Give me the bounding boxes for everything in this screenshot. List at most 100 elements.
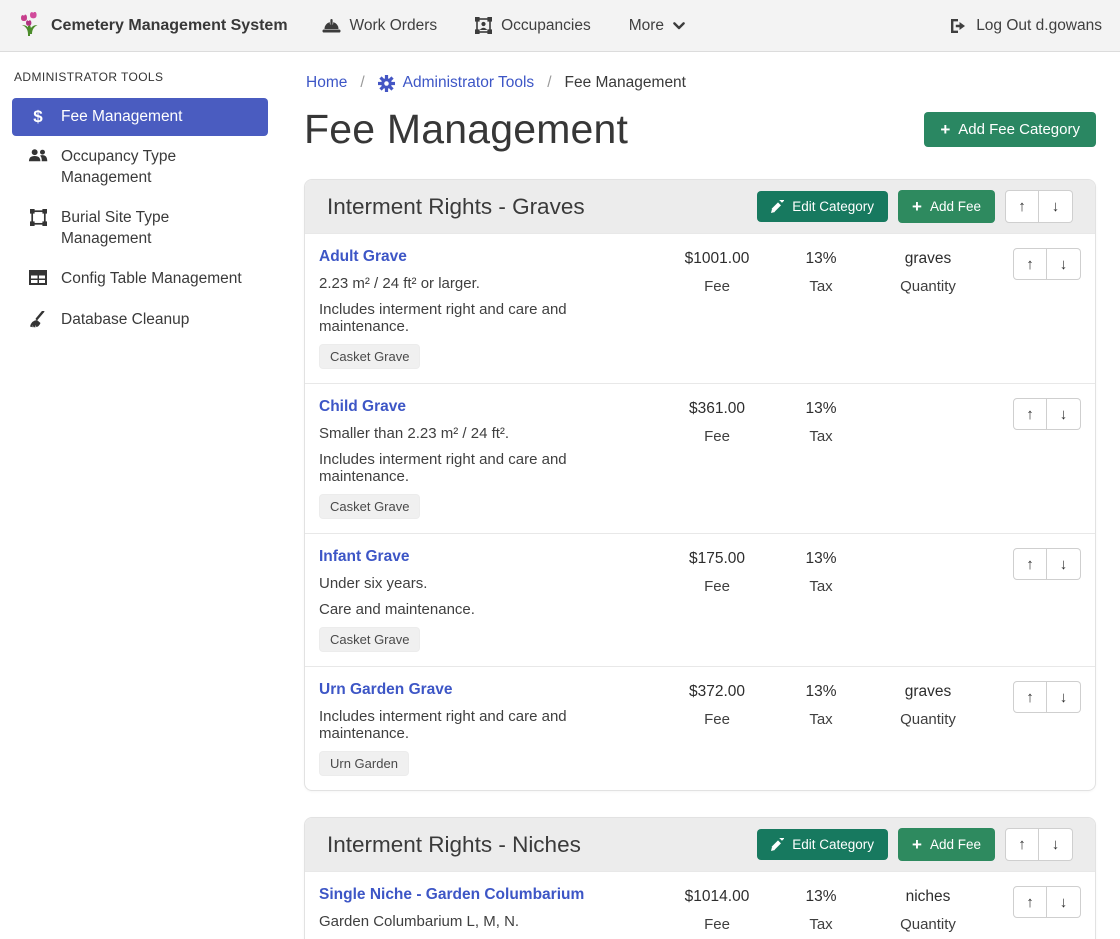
add-fee-category-label: Add Fee Category <box>958 121 1080 138</box>
edit-category-label: Edit Category <box>792 199 874 214</box>
fee-type-badge: Casket Grave <box>319 494 420 519</box>
fee-quantity-column: niches Quantity <box>873 886 983 933</box>
vector-square-icon <box>28 209 48 226</box>
logout-label: Log Out d.gowans <box>976 17 1102 35</box>
fee-descriptions: Includes interment right and care and ma… <box>319 708 655 742</box>
arrow-up-icon: ↑ <box>1026 894 1034 911</box>
fee-name-link[interactable]: Infant Grave <box>319 548 409 566</box>
move-fee-down-button[interactable]: ↓ <box>1047 548 1081 580</box>
fee-description: Includes interment right and care and ma… <box>319 708 655 742</box>
fee-amount-column: $175.00 Fee <box>665 548 769 595</box>
fee-quantity-column <box>873 398 983 410</box>
arrow-down-icon: ↓ <box>1052 198 1060 215</box>
move-fee-down-button[interactable]: ↓ <box>1047 398 1081 430</box>
pencil-icon <box>771 838 784 851</box>
sidebar-item-burial-site-type-management[interactable]: Burial Site Type Management <box>12 199 268 258</box>
nav-items: Work Orders Occupancies More <box>322 17 686 35</box>
add-fee-label: Add Fee <box>930 837 981 852</box>
nav-occupancies[interactable]: Occupancies <box>475 17 591 35</box>
fee-name-link[interactable]: Child Grave <box>319 398 406 416</box>
fee-amount: $175.00 <box>689 550 745 568</box>
fee-tax-column: 13% Tax <box>769 398 873 445</box>
chevron-down-icon <box>673 22 685 30</box>
sidebar-item-label: Config Table Management <box>61 269 242 289</box>
arrow-down-icon: ↓ <box>1052 836 1060 853</box>
gear-icon <box>378 75 395 92</box>
nav-work-orders[interactable]: Work Orders <box>322 17 438 35</box>
move-fee-up-button[interactable]: ↑ <box>1013 248 1047 280</box>
move-category-up-button[interactable]: ↑ <box>1005 190 1039 223</box>
edit-category-button[interactable]: Edit Category <box>757 829 888 860</box>
edit-category-button[interactable]: Edit Category <box>757 191 888 222</box>
breadcrumb-current: Fee Management <box>565 74 687 92</box>
plus-icon: + <box>912 836 922 853</box>
move-fee-down-button[interactable]: ↓ <box>1047 248 1081 280</box>
sidebar-item-fee-management[interactable]: $ Fee Management <box>12 98 268 136</box>
app-title: Cemetery Management System <box>51 17 288 35</box>
breadcrumb-admin-tools-link[interactable]: Administrator Tools <box>378 74 535 92</box>
add-fee-category-button[interactable]: + Add Fee Category <box>924 112 1096 147</box>
fee-quantity-label: Quantity <box>900 278 956 295</box>
fee-tax-label: Tax <box>809 711 832 728</box>
categories: Interment Rights - Graves Edit Category … <box>304 179 1110 939</box>
fee-badges: Urn Garden <box>319 751 655 776</box>
fee-type-badge: Urn Garden <box>319 751 409 776</box>
fee-name-link[interactable]: Urn Garden Grave <box>319 681 453 699</box>
arrow-down-icon: ↓ <box>1060 894 1068 911</box>
fee-amount-column: $361.00 Fee <box>665 398 769 445</box>
fee-amount-column: $1014.00 Fee <box>665 886 769 933</box>
move-fee-up-button[interactable]: ↑ <box>1013 681 1047 713</box>
arrow-up-icon: ↑ <box>1026 256 1034 273</box>
main-content: Home / <box>280 52 1120 939</box>
fee-badges: Casket Grave <box>319 344 655 369</box>
top-navbar: Cemetery Management System Work Orders <box>0 0 1120 52</box>
move-fee-down-button[interactable]: ↓ <box>1047 886 1081 918</box>
move-category-up-button[interactable]: ↑ <box>1005 828 1039 861</box>
breadcrumb: Home / <box>306 74 1110 92</box>
add-fee-button[interactable]: + Add Fee <box>898 828 995 861</box>
fee-tax-column: 13% Tax <box>769 248 873 295</box>
fee-rows: Single Niche - Garden Columbarium Garden… <box>305 871 1095 939</box>
nav-more[interactable]: More <box>629 17 685 35</box>
move-fee-up-button[interactable]: ↑ <box>1013 548 1047 580</box>
sign-out-icon <box>949 18 967 34</box>
app-brand[interactable]: Cemetery Management System <box>18 12 288 40</box>
sidebar-item-database-cleanup[interactable]: Database Cleanup <box>12 301 268 339</box>
arrow-up-icon: ↑ <box>1026 406 1034 423</box>
breadcrumb-separator: / <box>547 74 551 92</box>
add-fee-button[interactable]: + Add Fee <box>898 190 995 223</box>
fee-description: Garden Columbarium L, M, N. <box>319 913 655 930</box>
fee-row: Infant Grave Under six years.Care and ma… <box>305 533 1095 666</box>
fee-amount-column: $372.00 Fee <box>665 681 769 728</box>
fee-amount: $1001.00 <box>685 250 750 268</box>
move-category-down-button[interactable]: ↓ <box>1039 828 1073 861</box>
breadcrumb-admin-tools-label: Administrator Tools <box>403 74 535 92</box>
fee-name-link[interactable]: Single Niche - Garden Columbarium <box>319 886 584 904</box>
sidebar-item-label: Occupancy Type Management <box>61 147 252 188</box>
fee-description: Under six years. <box>319 575 655 592</box>
fee-name-link[interactable]: Adult Grave <box>319 248 407 266</box>
fee-quantity-label: Quantity <box>900 711 956 728</box>
sidebar-item-occupancy-type-management[interactable]: Occupancy Type Management <box>12 138 268 197</box>
fee-quantity-label: Quantity <box>900 916 956 933</box>
sidebar-item-label: Database Cleanup <box>61 310 189 330</box>
sidebar-item-label: Fee Management <box>61 107 183 127</box>
fee-row: Single Niche - Garden Columbarium Garden… <box>305 871 1095 939</box>
fee-description: Includes interment right and care and ma… <box>319 301 655 335</box>
fee-tax-column: 13% Tax <box>769 886 873 933</box>
logout-button[interactable]: Log Out d.gowans <box>949 17 1102 35</box>
fee-amount-column: $1001.00 Fee <box>665 248 769 295</box>
fee-category-card: Interment Rights - Graves Edit Category … <box>304 179 1096 791</box>
move-fee-up-button[interactable]: ↑ <box>1013 398 1047 430</box>
move-category-down-button[interactable]: ↓ <box>1039 190 1073 223</box>
sidebar-item-config-table-management[interactable]: Config Table Management <box>12 260 268 298</box>
table-icon <box>28 270 48 285</box>
fee-quantity: niches <box>906 888 951 906</box>
category-title: Interment Rights - Graves <box>327 194 757 220</box>
move-fee-down-button[interactable]: ↓ <box>1047 681 1081 713</box>
sidebar: ADMINISTRATOR TOOLS $ Fee Management Occ… <box>0 52 280 939</box>
breadcrumb-home-link[interactable]: Home <box>306 74 347 92</box>
fee-quantity-column: graves Quantity <box>873 681 983 728</box>
move-fee-up-button[interactable]: ↑ <box>1013 886 1047 918</box>
fee-tax-label: Tax <box>809 278 832 295</box>
